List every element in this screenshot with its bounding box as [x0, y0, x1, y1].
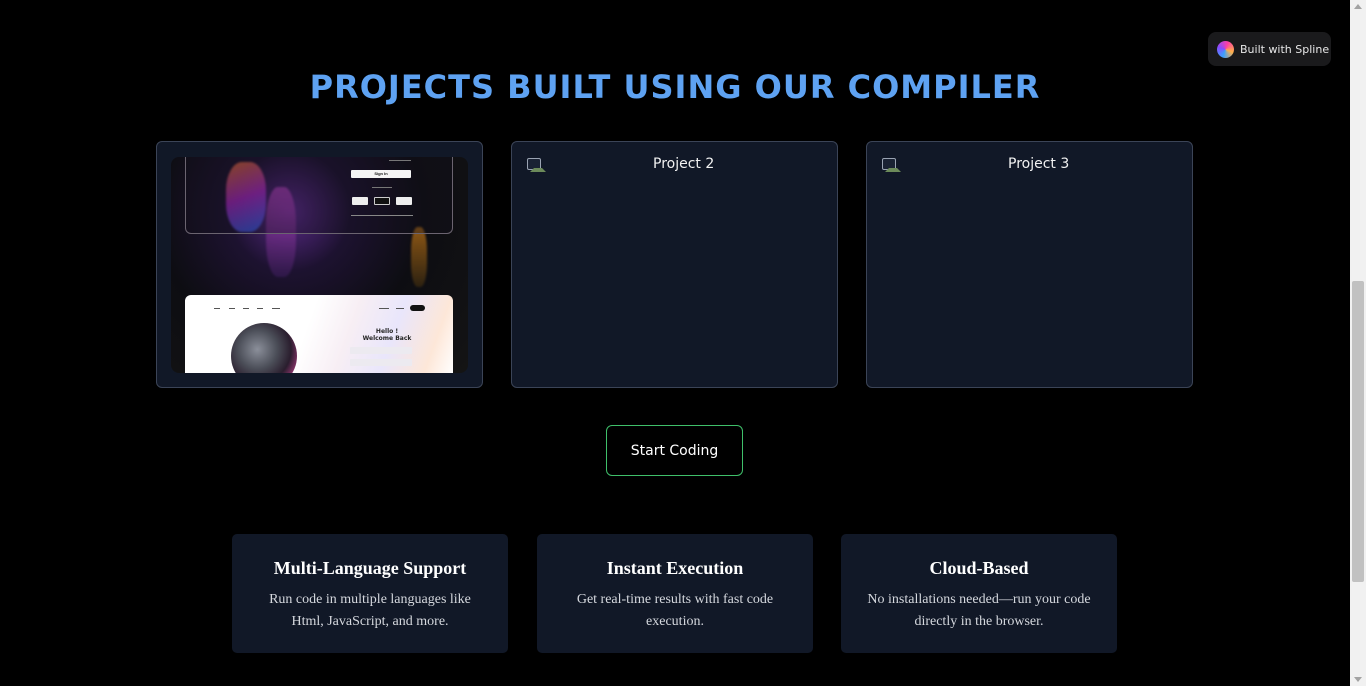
preview-social-button	[374, 197, 390, 205]
preview-input	[350, 347, 412, 354]
feature-card-instant-execution: Instant Execution Get real-time results …	[537, 534, 813, 653]
project-2-image: Project 2	[527, 156, 715, 172]
scroll-down-arrow-icon[interactable]	[1354, 677, 1362, 682]
broken-image-icon	[882, 158, 901, 172]
preview-nav-item	[379, 308, 389, 309]
project-3-alt-text: Project 3	[1008, 156, 1070, 172]
welcome-panel-preview: Hello ! Welcome Back	[185, 295, 453, 373]
page-scrollbar[interactable]	[1350, 0, 1366, 686]
feature-title: Multi-Language Support	[273, 558, 467, 578]
scrollbar-thumb[interactable]	[1352, 281, 1364, 582]
preview-signin-button: Sign In	[351, 170, 411, 178]
preview-hello: Hello ! Welcome Back	[362, 328, 412, 342]
feature-title: Instant Execution	[606, 558, 744, 578]
built-with-spline-badge[interactable]: Built with Spline	[1208, 32, 1331, 66]
helmet-art	[231, 323, 297, 373]
preview-nav-item	[257, 308, 263, 309]
preview-nav-item	[396, 308, 404, 309]
badge-label: Built with Spline	[1240, 42, 1330, 56]
preview-social-button	[396, 197, 412, 205]
preview-nav-button	[410, 305, 425, 311]
preview-input	[350, 359, 412, 366]
project-2-alt-text: Project 2	[653, 156, 715, 172]
project-3-image: Project 3	[882, 156, 1070, 172]
feature-card-cloud-based: Cloud-Based No installations needed—run …	[841, 534, 1117, 653]
preview-nav-item	[243, 308, 249, 309]
feature-description: Get real-time results with fast code exe…	[576, 592, 774, 629]
broken-image-icon	[527, 158, 546, 172]
feature-description: No installations needed—run your code di…	[867, 592, 1091, 629]
project-card-3[interactable]: Project 3	[866, 141, 1193, 388]
feature-description: Run code in multiple languages like Html…	[269, 592, 471, 629]
feature-card-multi-language: Multi-Language Support Run code in multi…	[232, 534, 508, 653]
section-title: PROJECTS BUILT USING OUR COMPILER	[309, 68, 1041, 106]
preview-nav-item	[229, 308, 235, 309]
scroll-up-arrow-icon[interactable]	[1354, 4, 1362, 9]
project-1-image: Sign In Hello ! Welcome Back	[171, 157, 468, 373]
preview-nav-item	[272, 308, 280, 309]
project-card-1[interactable]: Sign In Hello ! Welcome Back	[156, 141, 483, 388]
preview-line	[372, 187, 392, 188]
start-coding-button[interactable]: Start Coding	[606, 425, 743, 476]
spline-logo-icon	[1217, 40, 1234, 58]
project-card-2[interactable]: Project 2	[511, 141, 838, 388]
preview-line	[389, 160, 411, 161]
robot-art-streak	[411, 227, 427, 287]
preview-social-button	[352, 197, 368, 205]
preview-nav-item	[214, 308, 220, 309]
preview-line	[351, 215, 413, 216]
feature-title: Cloud-Based	[929, 558, 1029, 578]
signin-panel-preview: Sign In	[185, 157, 453, 234]
